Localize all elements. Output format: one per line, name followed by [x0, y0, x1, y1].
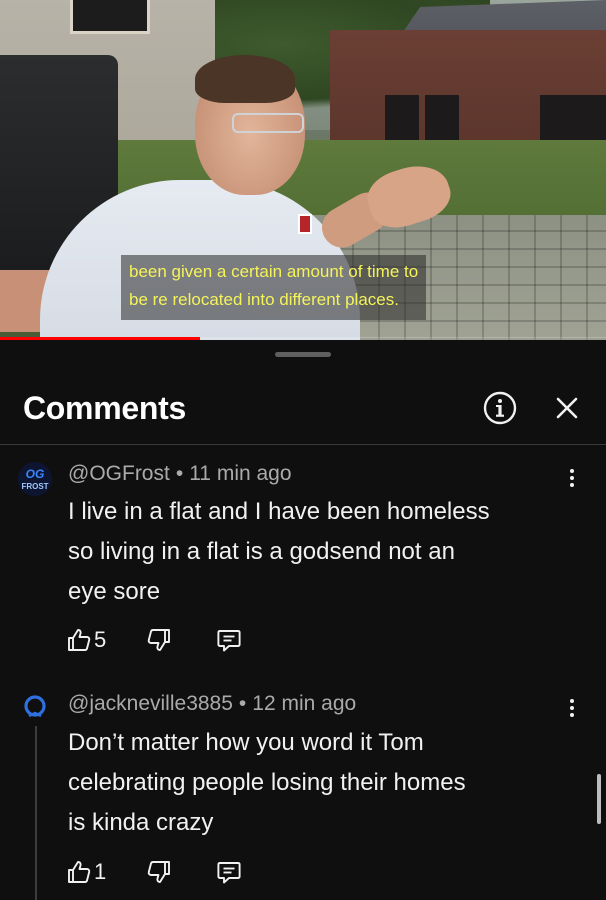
scrollbar[interactable] [597, 774, 601, 824]
reply-icon [217, 862, 241, 884]
comment-meta: @OGFrost • 11 min ago [68, 462, 292, 485]
reply-icon [217, 630, 241, 652]
comment-meta: @jackneville3885 • 12 min ago [68, 692, 357, 715]
thread-line [35, 726, 37, 900]
avatar-ring-icon [24, 695, 46, 718]
panel-title: Comments [23, 390, 186, 426]
comment-line: is kinda crazy [68, 809, 214, 836]
like-button[interactable]: 1 [66, 856, 106, 888]
comment-time: 11 min ago [189, 462, 292, 485]
video-person-hair [195, 55, 295, 103]
video-player[interactable]: been given a certain amount of time to b… [0, 0, 606, 340]
comments-panel: Comments OG FROST @OGFrost • 11 min ago … [0, 340, 606, 900]
dislike-button[interactable] [146, 624, 172, 656]
comment-line: Don’t matter how you word it Tom [68, 729, 424, 756]
comment-text: Don’t matter how you word it Tom celebra… [68, 723, 573, 843]
dislike-button[interactable] [146, 856, 172, 888]
thumbs-down-icon [147, 861, 170, 883]
info-button[interactable] [482, 390, 518, 426]
info-icon [483, 391, 517, 425]
comment-line: I live in a flat and I have been homeles… [68, 498, 490, 525]
svg-text:OG: OG [26, 467, 45, 481]
like-button[interactable]: 5 [66, 624, 106, 656]
comment-text: I live in a flat and I have been homeles… [68, 492, 573, 612]
thumbs-down-icon [147, 629, 170, 651]
more-options-button[interactable] [562, 694, 582, 722]
comment-time: 12 min ago [252, 692, 357, 715]
ogfrost-logo: OG FROST [18, 462, 52, 496]
more-vert-icon [570, 469, 574, 473]
caption-line: been given a certain amount of time to [129, 262, 419, 281]
reply-button[interactable] [216, 624, 242, 656]
avatar[interactable]: OG FROST [18, 462, 52, 496]
comment-line: eye sore [68, 578, 161, 605]
comment-author[interactable]: @jackneville3885 [68, 692, 233, 715]
like-count: 1 [94, 859, 107, 884]
more-options-button[interactable] [562, 464, 582, 492]
header-divider [0, 444, 606, 445]
video-caption: been given a certain amount of time to b… [121, 255, 427, 320]
close-button[interactable] [551, 390, 583, 426]
drag-handle[interactable] [275, 352, 331, 357]
comment-actions: 5 [66, 624, 266, 656]
more-vert-icon [570, 699, 574, 703]
svg-text:FROST: FROST [21, 482, 48, 491]
close-icon [556, 397, 578, 419]
like-count: 5 [94, 627, 107, 652]
comment-actions: 1 [66, 856, 266, 888]
avatar[interactable] [18, 692, 52, 726]
video-shirt-logo [298, 214, 312, 234]
comment-line: so living in a flat is a godsend not an [68, 538, 455, 565]
thumbs-up-icon [68, 629, 91, 651]
caption-line: be re relocated into different places. [129, 290, 399, 309]
comment-author[interactable]: @OGFrost [68, 462, 170, 485]
video-person-glasses [232, 113, 304, 133]
thumbs-up-icon [68, 861, 91, 883]
comments-header: Comments [0, 380, 606, 444]
comment-line: celebrating people losing their homes [68, 769, 466, 796]
reply-button[interactable] [216, 856, 242, 888]
